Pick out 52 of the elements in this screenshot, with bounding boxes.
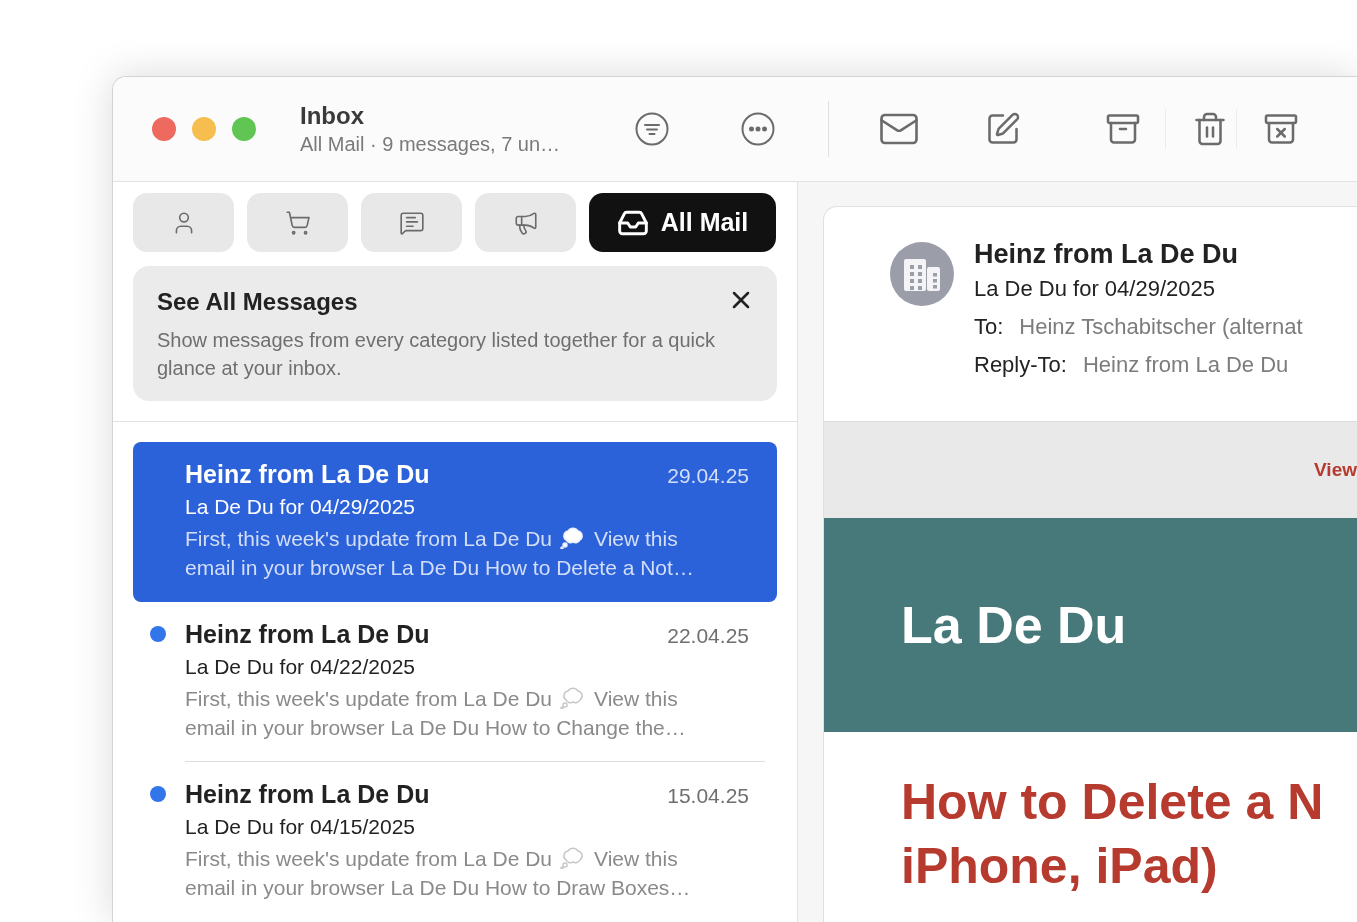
tip-text: Show messages from every category listed together for a quick glance at your inbox. bbox=[157, 328, 717, 381]
category-tab[interactable] bbox=[475, 193, 576, 252]
thought-bubble-icon bbox=[560, 687, 586, 709]
message-row[interactable]: Heinz from La De Du 22.04.25 La De Du for 04/22/2025 First, this week's update from La De Du View this email in your browser La De Du How to Change the… bbox=[133, 602, 777, 762]
archive-icon bbox=[1105, 111, 1141, 147]
message-preview: First, this week's update from La De Du bbox=[185, 527, 552, 550]
chat-bubble-icon bbox=[398, 209, 425, 236]
message-preview: View this bbox=[594, 687, 678, 710]
tip-title: See All Messages bbox=[157, 287, 358, 317]
thought-bubble-icon bbox=[560, 527, 586, 549]
newsletter-title: La De Du bbox=[901, 595, 1127, 656]
mailbox-subtitle: All Mail · 9 messages, 7 un… bbox=[300, 132, 562, 157]
view-in-browser-link[interactable]: View bbox=[1314, 455, 1357, 485]
junk-icon bbox=[1263, 111, 1299, 147]
more-icon bbox=[741, 112, 775, 146]
filter-icon bbox=[635, 112, 669, 146]
mailbox-title: Inbox bbox=[300, 101, 365, 131]
sender-name: Heinz from La De Du bbox=[185, 619, 430, 650]
message-preview: View this bbox=[594, 527, 678, 550]
close-window-button[interactable] bbox=[152, 117, 176, 141]
message-subject: La De Du for 04/22/2025 bbox=[185, 654, 416, 680]
to-recipient: Heinz Tschabitscher (alternat bbox=[1019, 313, 1303, 341]
message-preview: View this bbox=[594, 847, 678, 870]
article-headline: iPhone, iPad) bbox=[901, 837, 1219, 896]
category-tab[interactable] bbox=[361, 193, 462, 252]
cart-icon bbox=[284, 209, 311, 236]
message-preview: email in your browser La De Du How to Draw Boxes… bbox=[185, 875, 692, 901]
to-label: To: bbox=[974, 313, 1004, 341]
compose-icon bbox=[985, 111, 1021, 147]
message-preview: email in your browser La De Du How to Delete a Not… bbox=[185, 555, 695, 581]
sender-name: Heinz from La De Du bbox=[185, 459, 430, 490]
message-row[interactable]: Heinz from La De Du 15.04.25 La De Du for 04/15/2025 First, this week's update from La De Du View this email in your browser La De Du How to Draw Boxes… bbox=[133, 762, 777, 922]
message-date: 29.04.25 bbox=[667, 463, 749, 489]
message-row[interactable]: Heinz from La De Du 29.04.25 La De Du for 04/29/2025 First, this week's update from La De Du View this email in your browser La De Du How to Delete a Not… bbox=[133, 442, 777, 602]
message-date: 22.04.25 bbox=[667, 623, 749, 649]
category-tab[interactable]: All Mail bbox=[589, 193, 776, 252]
message-subject: La De Du for 04/29/2025 bbox=[185, 494, 416, 520]
message-preview: First, this week's update from La De Du bbox=[185, 847, 552, 870]
building-icon bbox=[902, 257, 942, 291]
trash-icon bbox=[1192, 111, 1228, 147]
message-preview: First, this week's update from La De Du bbox=[185, 687, 552, 710]
sender-name: Heinz from La De Du bbox=[185, 779, 430, 810]
message-preview: email in your browser La De Du How to Change the… bbox=[185, 715, 687, 741]
message-subject: La De Du for 04/15/2025 bbox=[185, 814, 416, 840]
reader-subject: La De Du for 04/29/2025 bbox=[974, 275, 1216, 303]
message-date: 15.04.25 bbox=[667, 783, 749, 809]
thought-bubble-icon bbox=[560, 847, 586, 869]
reader-sender: Heinz from La De Du bbox=[974, 238, 1240, 270]
megaphone-icon bbox=[512, 209, 539, 236]
article-headline: How to Delete a N bbox=[901, 773, 1325, 832]
reply-to-address: Heinz from La De Du bbox=[1082, 351, 1289, 379]
reply-to-label: Reply-To: bbox=[974, 351, 1067, 379]
